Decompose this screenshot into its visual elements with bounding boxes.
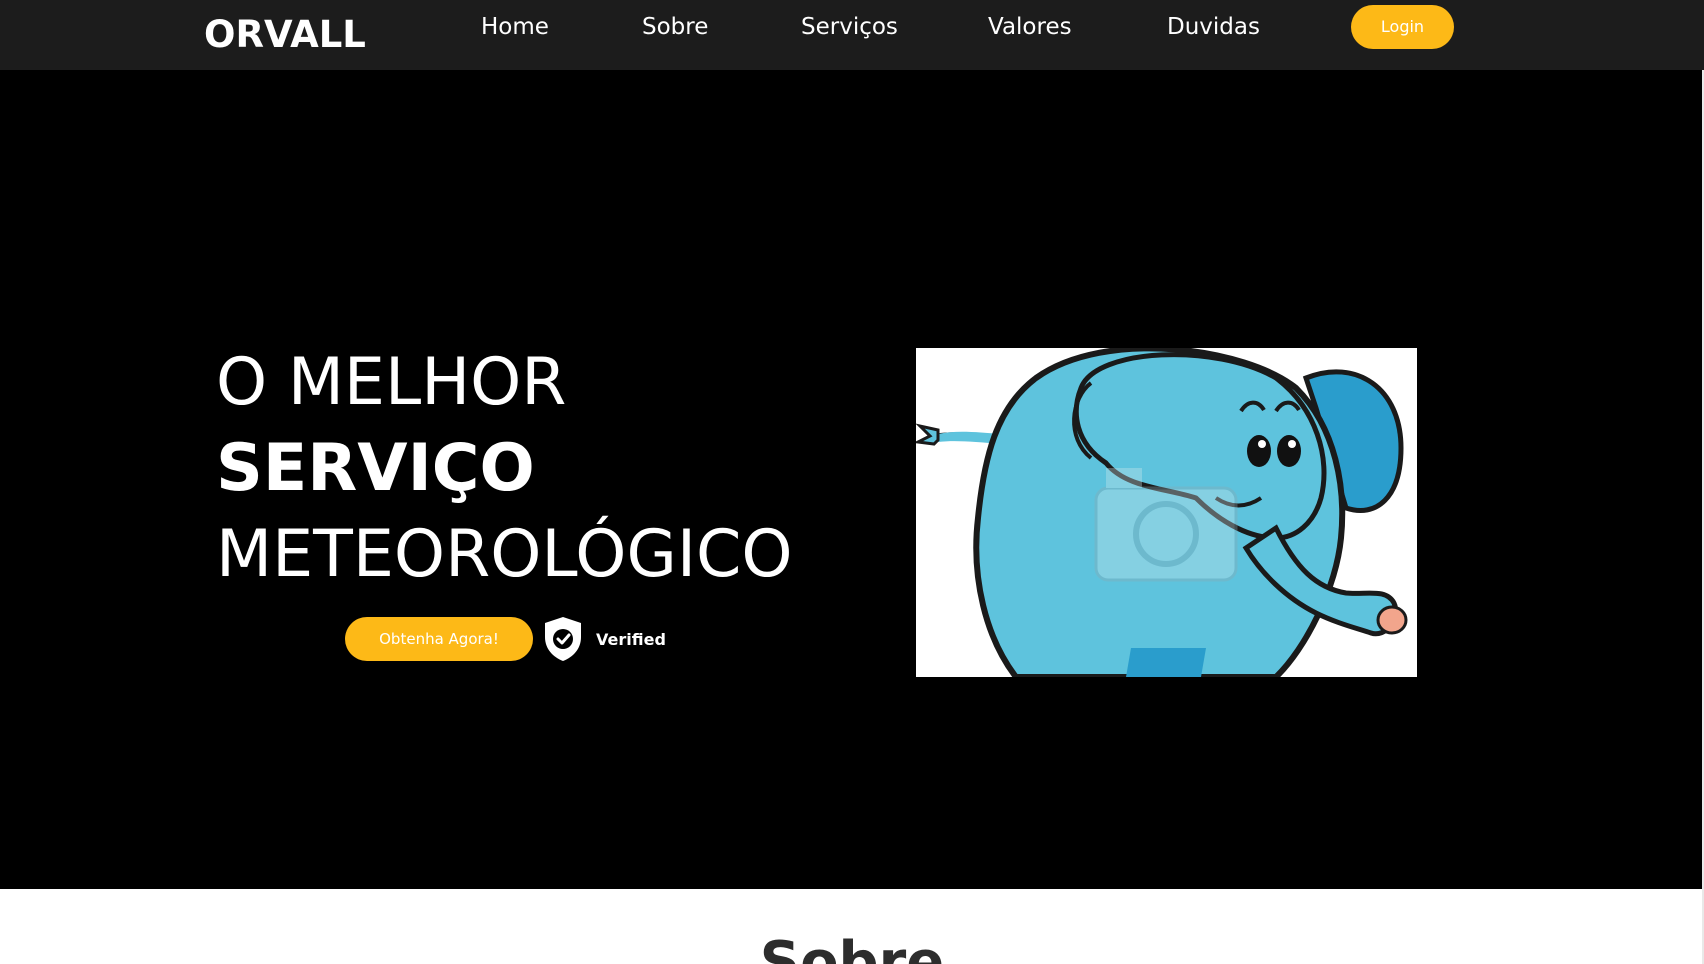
hero-headline: O MELHOR SERVIÇO METEOROLÓGICO [216,340,793,598]
shield-check-icon [545,617,581,661]
about-title: Sobre [759,930,945,964]
nav-link-home[interactable]: Home [481,11,549,43]
nav-link-sobre[interactable]: Sobre [642,11,708,43]
nav-link-duvidas[interactable]: Duvidas [1167,11,1260,43]
headline-line-3: METEOROLÓGICO [216,517,793,592]
nav-link-servicos[interactable]: Serviços [801,11,898,43]
top-navbar: ORVALL Home Sobre Serviços Valores Duvid… [0,0,1704,70]
get-now-button[interactable]: Obtenha Agora! [345,617,533,661]
verified-badge: Verified [542,614,666,664]
about-section: Sobre [0,889,1704,964]
elephant-illustration [916,348,1417,677]
verified-label: Verified [596,629,666,649]
headline-line-2: SERVIÇO [216,431,535,506]
brand-logo[interactable]: ORVALL [204,13,366,57]
nav-link-valores[interactable]: Valores [988,11,1072,43]
login-button[interactable]: Login [1351,5,1454,49]
elephant-icon [916,348,1408,677]
headline-line-1: O MELHOR [216,345,567,420]
